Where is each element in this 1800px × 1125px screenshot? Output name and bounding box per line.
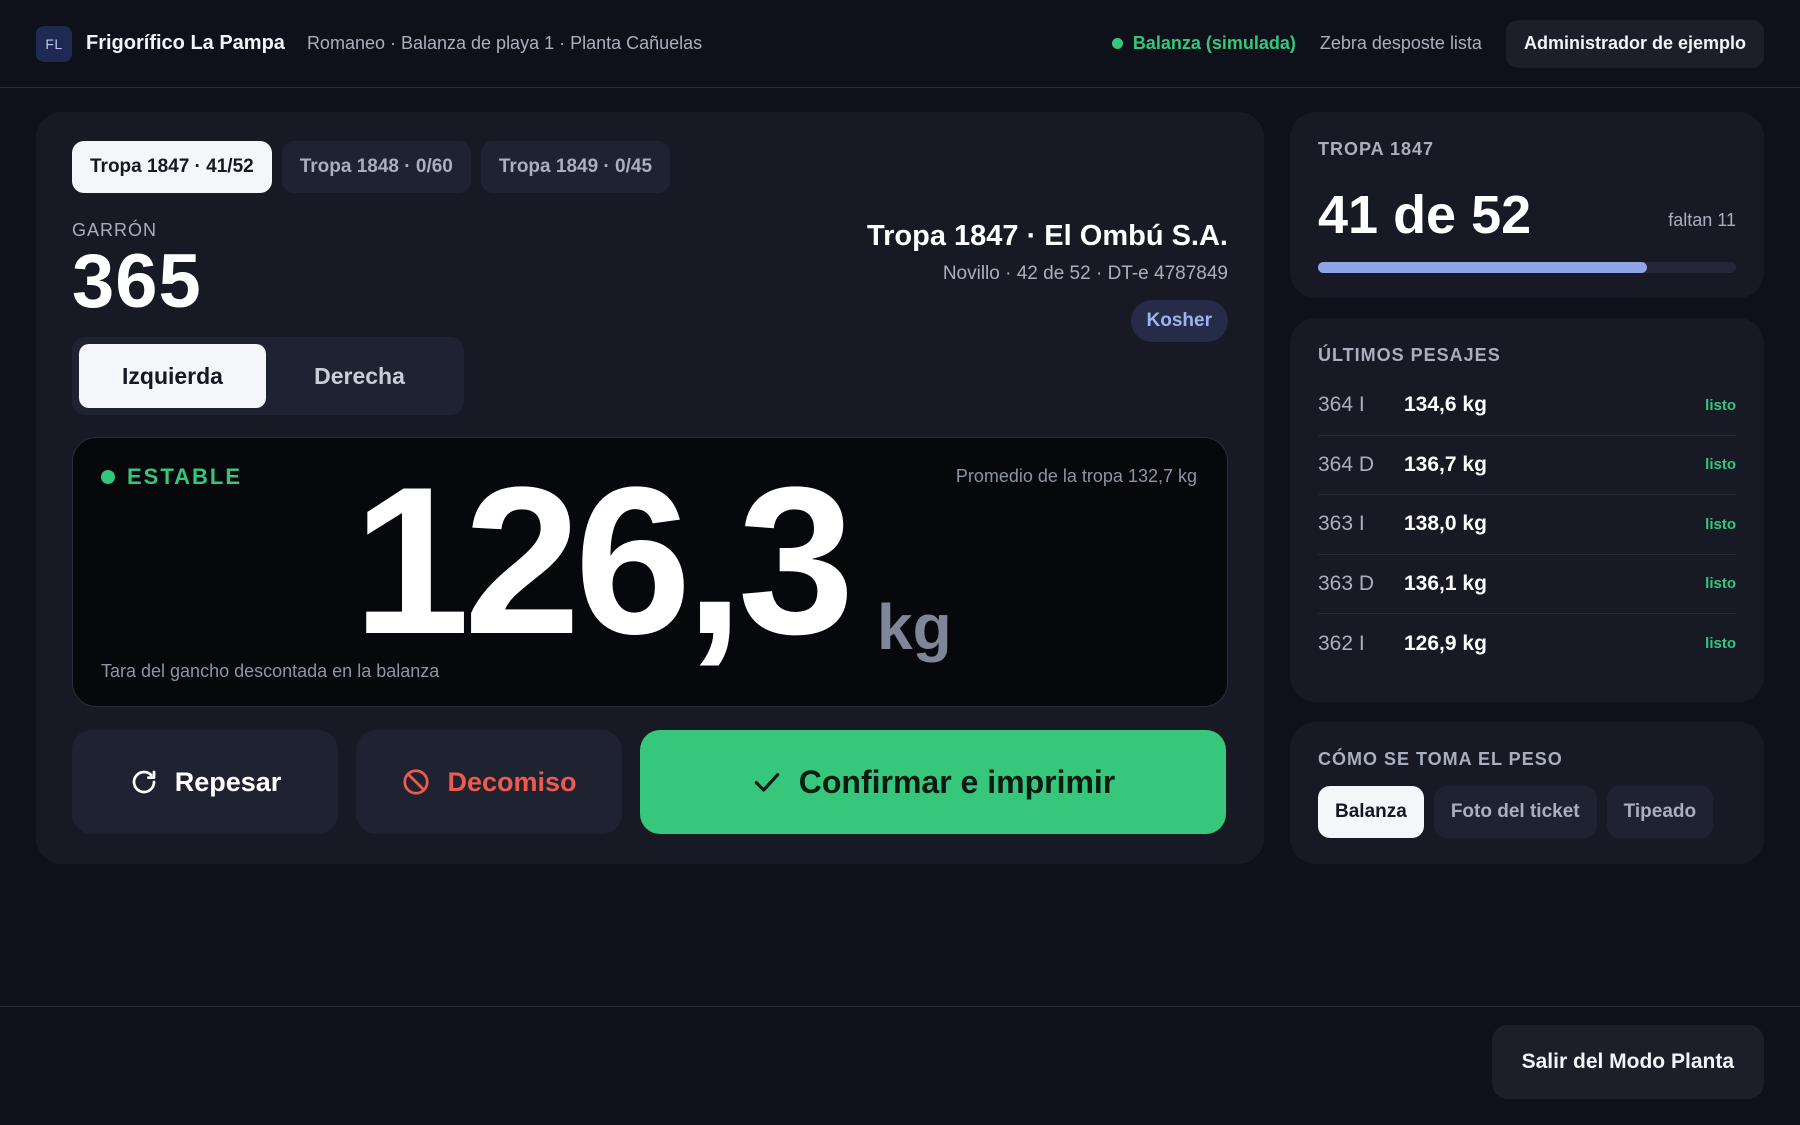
list-item: 364 I 134,6 kg listo — [1318, 376, 1736, 436]
progress-bar-fill — [1318, 262, 1648, 273]
footer-divider — [0, 1006, 1800, 1007]
side-toggle: Izquierda Derecha — [72, 337, 464, 415]
tropa-title: Tropa 1847 · El Ombú S.A. — [867, 220, 1228, 252]
weight-display: ESTABLE Promedio de la tropa 132,7 kg 12… — [72, 437, 1228, 707]
confirm-print-label: Confirmar e imprimir — [798, 763, 1116, 800]
weight-method-card: CÓMO SE TOMA EL PESO Balanza Foto del ti… — [1290, 722, 1764, 864]
check-icon — [751, 766, 783, 798]
weighing-kg: 126,9 kg — [1404, 631, 1487, 655]
header-status-group: Balanza (simulada) Zebra desposte lista … — [1111, 19, 1764, 68]
list-item: 363 I 138,0 kg listo — [1318, 495, 1736, 555]
tab-tropa-1849[interactable]: Tropa 1849 · 0/45 — [480, 141, 671, 193]
kosher-badge: Kosher — [1130, 300, 1228, 342]
stable-label: ESTABLE — [127, 464, 243, 489]
ban-icon — [401, 767, 431, 797]
weighing-kg: 138,0 kg — [1404, 512, 1487, 536]
weighing-kg: 136,7 kg — [1404, 452, 1487, 476]
tab-tropa-1848[interactable]: Tropa 1848 · 0/60 — [281, 141, 471, 193]
weighing-status: listo — [1705, 575, 1736, 593]
recent-weighings-list: 364 I 134,6 kg listo 364 D 136,7 kg list… — [1318, 376, 1736, 674]
tropa-info: Tropa 1847 · El Ombú S.A. Novillo · 42 d… — [867, 220, 1228, 285]
weighing-status: listo — [1705, 635, 1736, 653]
weighing-id: 364 D — [1318, 452, 1375, 476]
station-subtitle: Romaneo · Balanza de playa 1 · Planta Ca… — [306, 33, 703, 53]
progress-remaining: faltan 11 — [1668, 210, 1736, 230]
side-right-button[interactable]: Derecha — [266, 344, 453, 408]
tropa-average: Promedio de la tropa 132,7 kg — [955, 466, 1197, 486]
garron-number: 365 — [72, 239, 202, 324]
top-bar: FL Frigorífico La Pampa Romaneo · Balanz… — [0, 0, 1800, 88]
confirm-print-button[interactable]: Confirmar e imprimir — [640, 730, 1226, 834]
weighing-id: 363 D — [1318, 571, 1375, 595]
tare-note: Tara del gancho descontada en la balanza — [101, 661, 440, 681]
list-item: 362 I 126,9 kg listo — [1318, 614, 1736, 674]
weighing-kg: 136,1 kg — [1404, 571, 1487, 595]
method-tipeado[interactable]: Tipeado — [1606, 786, 1714, 838]
brand-logo: FL — [36, 25, 72, 62]
repesar-label: Repesar — [174, 766, 282, 797]
refresh-icon — [129, 767, 159, 797]
user-menu-button[interactable]: Administrador de ejemplo — [1505, 19, 1764, 68]
weighing-kg: 134,6 kg — [1404, 393, 1487, 417]
weighing-id: 362 I — [1318, 631, 1365, 655]
progress-label: TROPA 1847 — [1318, 139, 1435, 159]
printer-status: Zebra desposte lista — [1319, 33, 1482, 53]
repesar-button[interactable]: Repesar — [72, 730, 338, 834]
recent-weighings-card: ÚLTIMOS PESAJES 364 I 134,6 kg listo 364… — [1290, 318, 1764, 702]
scale-status-label: Balanza (simulada) — [1132, 33, 1296, 53]
progress-bar — [1318, 262, 1736, 273]
scale-status: Balanza (simulada) — [1111, 33, 1296, 54]
side-left-button[interactable]: Izquierda — [79, 344, 266, 408]
decomiso-label: Decomiso — [447, 766, 577, 797]
weight-method-label: CÓMO SE TOMA EL PESO — [1318, 749, 1563, 769]
action-bar: Repesar Decomiso Confirmar e imprimir — [72, 730, 1226, 834]
weighing-id: 364 I — [1318, 393, 1365, 417]
recent-weighings-label: ÚLTIMOS PESAJES — [1318, 345, 1501, 365]
weight-value: 126,3 — [353, 443, 855, 678]
stable-dot-icon — [101, 470, 115, 484]
weighing-status: listo — [1705, 515, 1736, 533]
stable-indicator: ESTABLE — [101, 464, 242, 490]
weighing-id: 363 I — [1318, 512, 1365, 536]
weight-unit: kg — [877, 591, 952, 663]
list-item: 363 D 136,1 kg listo — [1318, 555, 1736, 614]
status-dot-icon — [1111, 38, 1123, 49]
weight-method-options: Balanza Foto del ticket Tipeado — [1318, 786, 1714, 838]
weighing-card: Tropa 1847 · 41/52 Tropa 1848 · 0/60 Tro… — [36, 112, 1264, 864]
decomiso-button[interactable]: Decomiso — [356, 730, 622, 834]
tab-tropa-1847[interactable]: Tropa 1847 · 41/52 — [72, 141, 272, 193]
brand-name: Frigorífico La Pampa — [86, 32, 285, 54]
exit-plant-mode-button[interactable]: Salir del Modo Planta — [1491, 1025, 1764, 1099]
weighing-status: listo — [1705, 456, 1736, 474]
list-item: 364 D 136,7 kg listo — [1318, 436, 1736, 495]
method-balanza[interactable]: Balanza — [1318, 786, 1424, 838]
method-foto-ticket[interactable]: Foto del ticket — [1433, 786, 1597, 838]
tropa-progress-card: TROPA 1847 41 de 52 faltan 11 — [1290, 112, 1764, 298]
progress-count: 41 de 52 — [1318, 185, 1532, 245]
tropa-tabs: Tropa 1847 · 41/52 Tropa 1848 · 0/60 Tro… — [72, 141, 671, 193]
tropa-subtitle: Novillo · 42 de 52 · DT-e 4787849 — [942, 263, 1228, 284]
weighing-status: listo — [1705, 396, 1736, 414]
